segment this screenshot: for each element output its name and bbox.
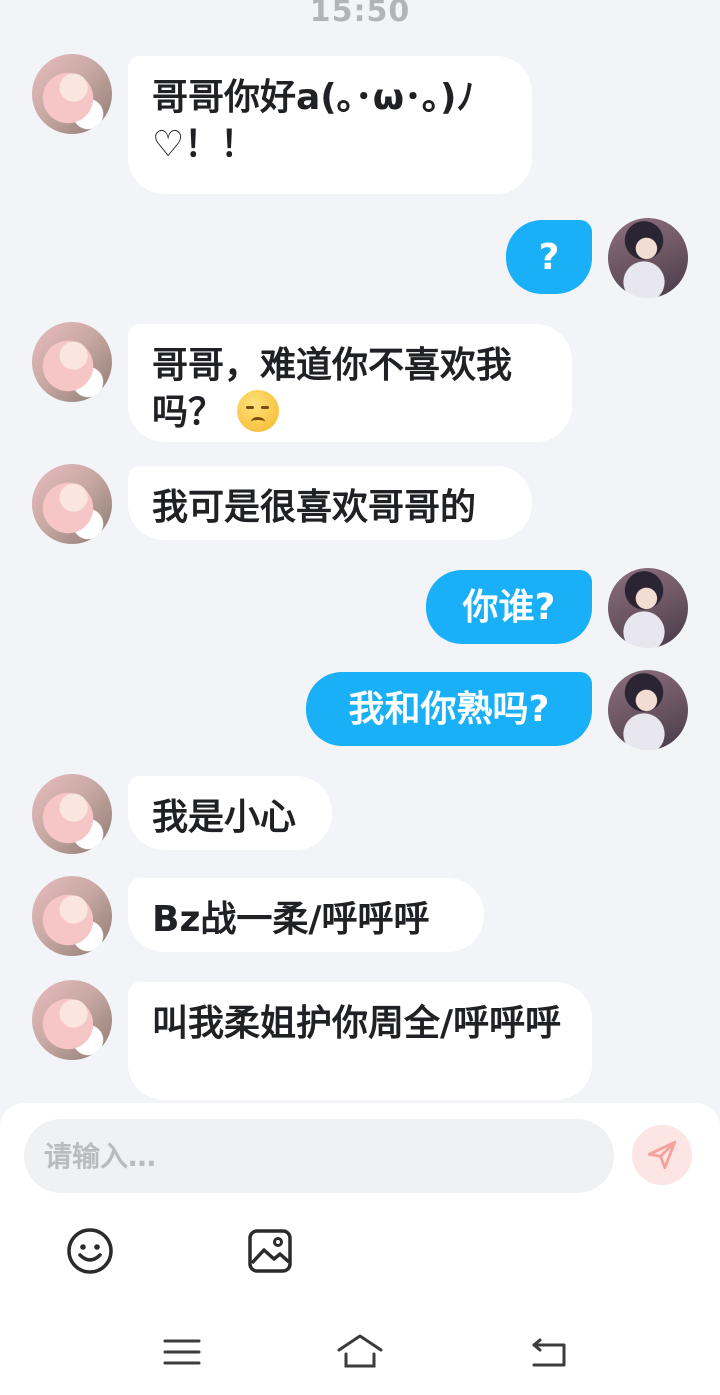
user-avatar[interactable]	[608, 670, 688, 750]
message-input[interactable]	[24, 1119, 614, 1193]
message-text: 哥哥，难道你不喜欢我吗？	[152, 345, 513, 433]
image-button[interactable]	[246, 1227, 294, 1275]
message-bubble[interactable]: Bz战一柔/呼呼呼	[128, 878, 484, 952]
contact-avatar[interactable]	[32, 464, 112, 544]
message-bubble[interactable]: 我可是很喜欢哥哥的	[128, 466, 532, 540]
contact-avatar[interactable]	[32, 876, 112, 956]
send-button[interactable]	[632, 1125, 692, 1185]
message-bubble[interactable]: ?	[506, 220, 592, 294]
menu-button[interactable]	[158, 1332, 206, 1372]
user-avatar[interactable]	[608, 568, 688, 648]
message-list[interactable]: 哥哥你好a(｡･ω･｡)ﾉ♡！！ ? 哥哥，难道你不喜欢我吗？ 我可是很喜欢哥哥…	[0, 0, 720, 1100]
image-icon	[248, 1229, 292, 1273]
emoji-button[interactable]	[66, 1227, 114, 1275]
contact-avatar[interactable]	[32, 774, 112, 854]
back-icon	[532, 1338, 566, 1367]
home-button[interactable]	[336, 1332, 384, 1372]
contact-avatar[interactable]	[32, 980, 112, 1060]
menu-icon	[163, 1339, 201, 1365]
system-navbar	[0, 1324, 720, 1384]
message-bubble[interactable]: 叫我柔姐护你周全/呼呼呼	[128, 982, 592, 1100]
message-bubble[interactable]: 我是小心	[128, 776, 332, 850]
message-bubble[interactable]: 哥哥你好a(｡･ω･｡)ﾉ♡！！	[128, 56, 532, 194]
message-bubble[interactable]: 哥哥，难道你不喜欢我吗？	[128, 324, 572, 442]
pensive-emoji-icon	[236, 390, 279, 432]
send-icon	[647, 1140, 677, 1170]
home-icon	[337, 1334, 383, 1368]
user-avatar[interactable]	[608, 218, 688, 298]
message-bubble[interactable]: 你谁?	[426, 570, 592, 644]
emoji-icon	[67, 1228, 113, 1274]
message-bubble[interactable]: 我和你熟吗?	[306, 672, 592, 746]
back-button[interactable]	[526, 1332, 574, 1372]
contact-avatar[interactable]	[32, 322, 112, 402]
contact-avatar[interactable]	[32, 54, 112, 134]
